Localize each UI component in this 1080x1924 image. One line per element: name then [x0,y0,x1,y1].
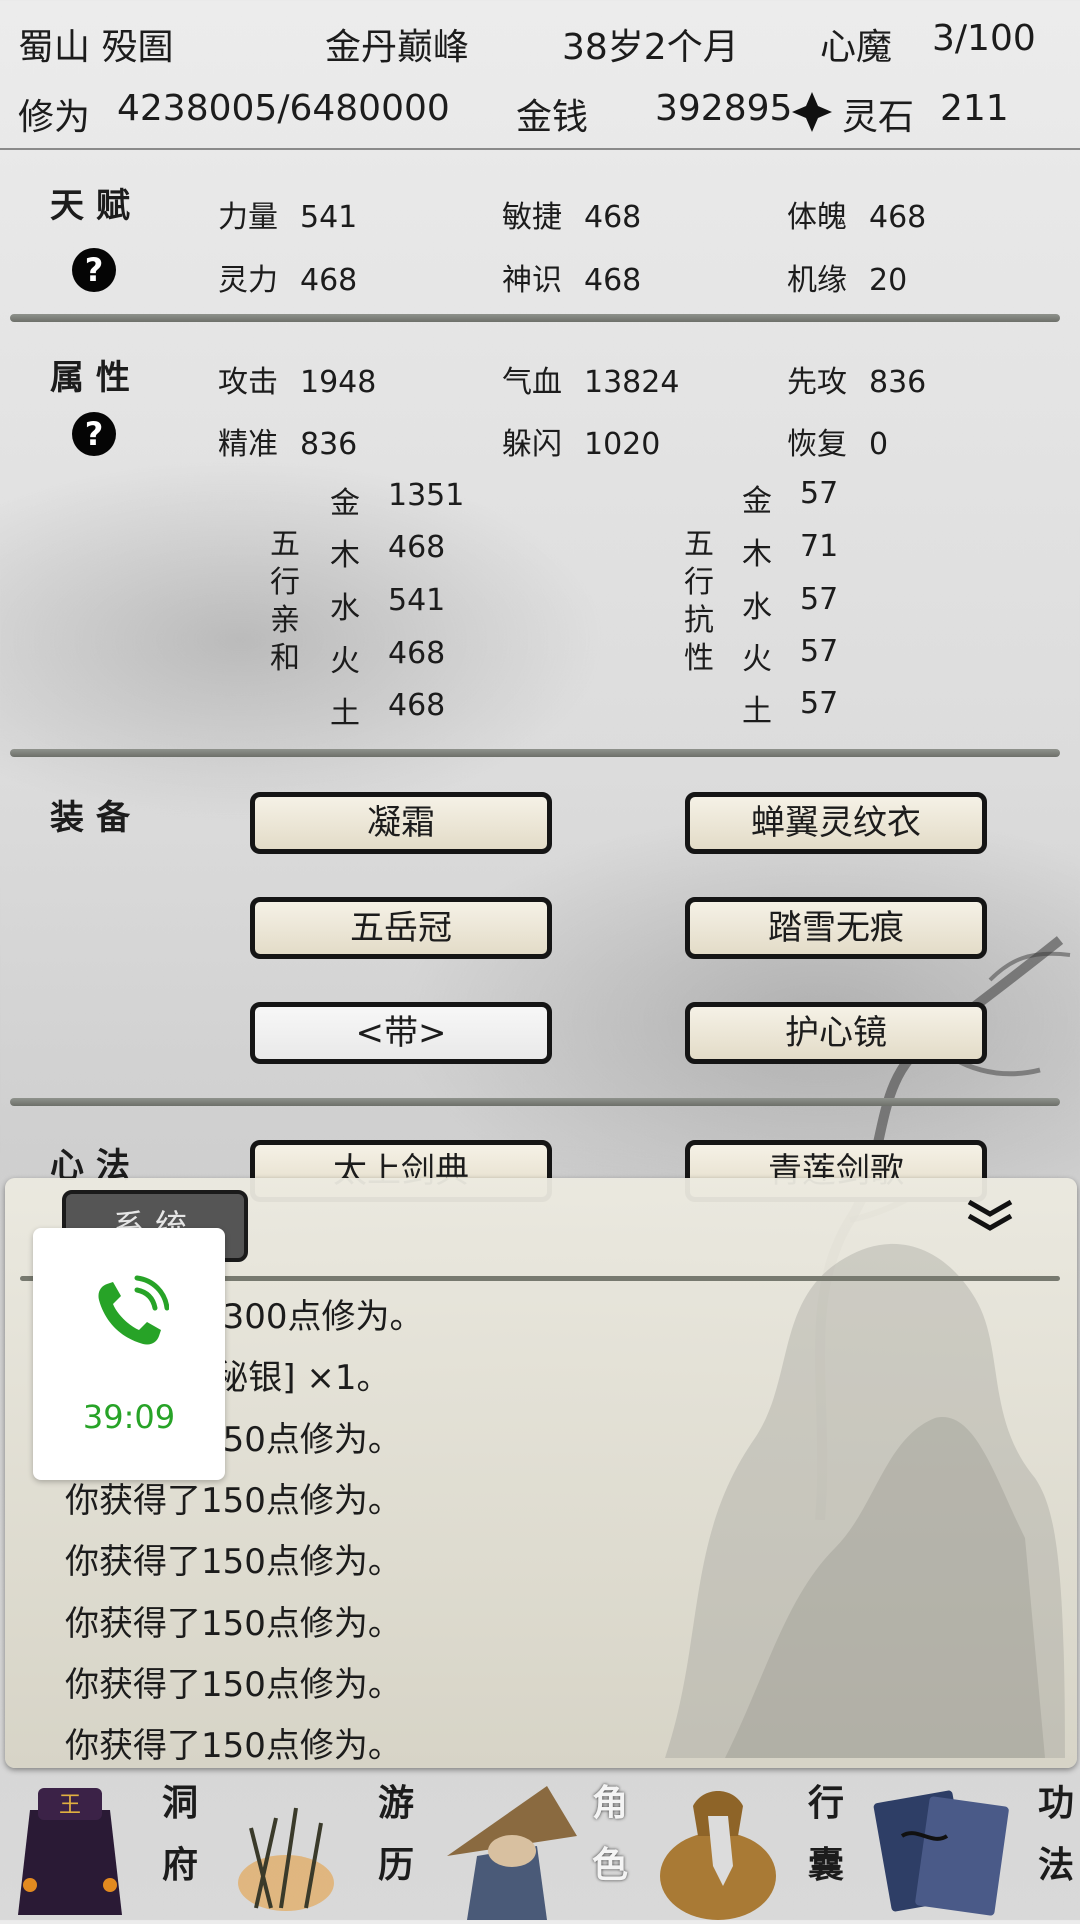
affinity-label-4: 和 [270,641,300,676]
resistance-metal-value: 57 [800,476,839,511]
affinity-earth-value: 468 [388,688,446,723]
stat-spirit-power: 灵力 468 [218,263,358,298]
affinity-label-1: 五 [270,527,300,562]
stat-hp: 气血 13824 [502,365,680,400]
realm-label: 金丹巅峰 [325,27,470,68]
resistance-water-label: 水 [742,590,772,625]
cave-abode-icon: 王 [10,1780,130,1915]
log-line: 你获得了150点修为。 [65,1665,402,1705]
cultivation-label: 修为 [18,97,91,138]
affinity-metal-label: 金 [330,486,360,521]
spirit-stone-icon [790,90,834,134]
affinity-water-value: 541 [388,583,446,618]
scroll-books-icon [872,1776,1022,1920]
nav-techniques-label-1: 功 [1037,1782,1074,1824]
call-timer: 39:09 [82,1398,176,1436]
spirit-stone-value: 211 [940,88,1009,129]
heart-demon-value: 3/100 [932,18,1036,59]
phone-icon [89,1274,170,1354]
resistance-wood-label: 木 [742,537,772,572]
header-divider [0,148,1080,150]
resistance-fire-value: 57 [800,634,839,669]
nav-character-label-1: 角 [591,1782,628,1824]
ink-mountain-decoration [665,1243,1065,1758]
nav-techniques[interactable]: 功 法 [864,1768,1080,1920]
stat-accuracy: 精准 836 [218,427,358,462]
section-divider [10,1098,1060,1106]
log-line: 你获得了150点修为。 [65,1481,402,1521]
bag-icon [648,1776,788,1920]
section-divider [10,314,1060,322]
call-overlay[interactable]: 39:09 [33,1228,225,1480]
nav-travel-label-1: 游 [377,1782,414,1824]
stat-attack: 攻击 1948 [218,365,377,400]
nav-techniques-label-2: 法 [1037,1844,1074,1886]
nav-character[interactable]: 角 色 [432,1768,648,1920]
talent-title: 天赋 [50,186,142,226]
resistance-label-1: 五 [684,527,714,562]
attributes-title: 属性 [50,358,142,398]
talisman-slot-button[interactable]: 护心镜 [685,1002,987,1064]
affinity-water-label: 水 [330,591,360,626]
resistance-earth-label: 土 [742,694,772,729]
collapse-chevron-icon[interactable] [965,1196,1015,1236]
nav-character-label-2: 色 [591,1844,628,1886]
stat-strength: 力量 541 [218,200,358,235]
nav-bag-label-1: 行 [807,1782,844,1824]
affinity-fire-value: 468 [388,636,446,671]
stat-agility: 敏捷 468 [502,200,642,235]
log-line: 你获得了150点修为。 [65,1604,402,1644]
stat-physique: 体魄 468 [787,200,927,235]
affinity-earth-label: 土 [330,696,360,731]
resistance-label-3: 抗 [684,603,714,638]
cultivation-value: 4238005/6480000 [117,88,450,129]
affinity-wood-value: 468 [388,530,446,565]
money-value: 392895 [655,88,793,129]
resistance-water-value: 57 [800,582,839,617]
resistance-fire-label: 火 [742,642,772,677]
nav-travel-label-2: 历 [377,1844,414,1886]
stat-divine-sense: 神识 468 [502,263,642,298]
resistance-wood-value: 71 [800,529,839,564]
bottom-nav: 王 洞 府 游 历 角 色 行 囊 功 法 [0,1768,1080,1920]
section-divider [10,749,1060,757]
boots-slot-button[interactable]: 踏雪无痕 [685,897,987,959]
attributes-help-icon[interactable]: ? [72,412,116,456]
heart-demon-label: 心魔 [820,27,893,68]
affinity-metal-value: 1351 [388,478,465,513]
helmet-slot-button[interactable]: 五岳冠 [250,897,552,959]
armor-slot-button[interactable]: 蝉翼灵纹衣 [685,792,987,854]
character-icon [437,1776,587,1920]
log-line: 你获得了150点修为。 [65,1542,402,1582]
location-label: 蜀山 殁圄 [18,27,174,68]
resistance-metal-label: 金 [742,484,772,519]
equipment-title: 装备 [50,798,142,838]
weapon-slot-button[interactable]: 凝霜 [250,792,552,854]
nav-travel[interactable]: 游 历 [216,1768,432,1920]
stat-recovery: 恢复 0 [787,427,889,462]
stat-evasion: 躲闪 1020 [502,427,661,462]
age-label: 38岁2个月 [562,27,739,68]
affinity-label-3: 亲 [270,603,300,638]
nav-cave-abode-label-2: 府 [161,1844,198,1886]
affinity-fire-label: 火 [330,644,360,679]
nav-cave-abode[interactable]: 王 洞 府 [0,1768,216,1920]
log-line: 你获得了150点修为。 [65,1726,402,1766]
affinity-wood-label: 木 [330,538,360,573]
nav-cave-abode-label-1: 洞 [161,1782,198,1824]
resistance-earth-value: 57 [800,686,839,721]
resistance-label-2: 行 [684,565,714,600]
travel-icon [226,1788,356,1918]
spirit-stone-label: 灵石 [842,97,915,138]
stat-initiative: 先攻 836 [787,365,927,400]
nav-bag-label-2: 囊 [807,1844,844,1886]
belt-slot-button[interactable]: <带> [250,1002,552,1064]
affinity-label-2: 行 [270,565,300,600]
stat-fortune: 机缘 20 [787,263,908,298]
nav-bag[interactable]: 行 囊 [648,1768,864,1920]
svg-text:王: 王 [59,1793,81,1818]
talent-help-icon[interactable]: ? [72,248,116,292]
resistance-label-4: 性 [684,641,714,676]
money-label: 金钱 [516,97,589,138]
